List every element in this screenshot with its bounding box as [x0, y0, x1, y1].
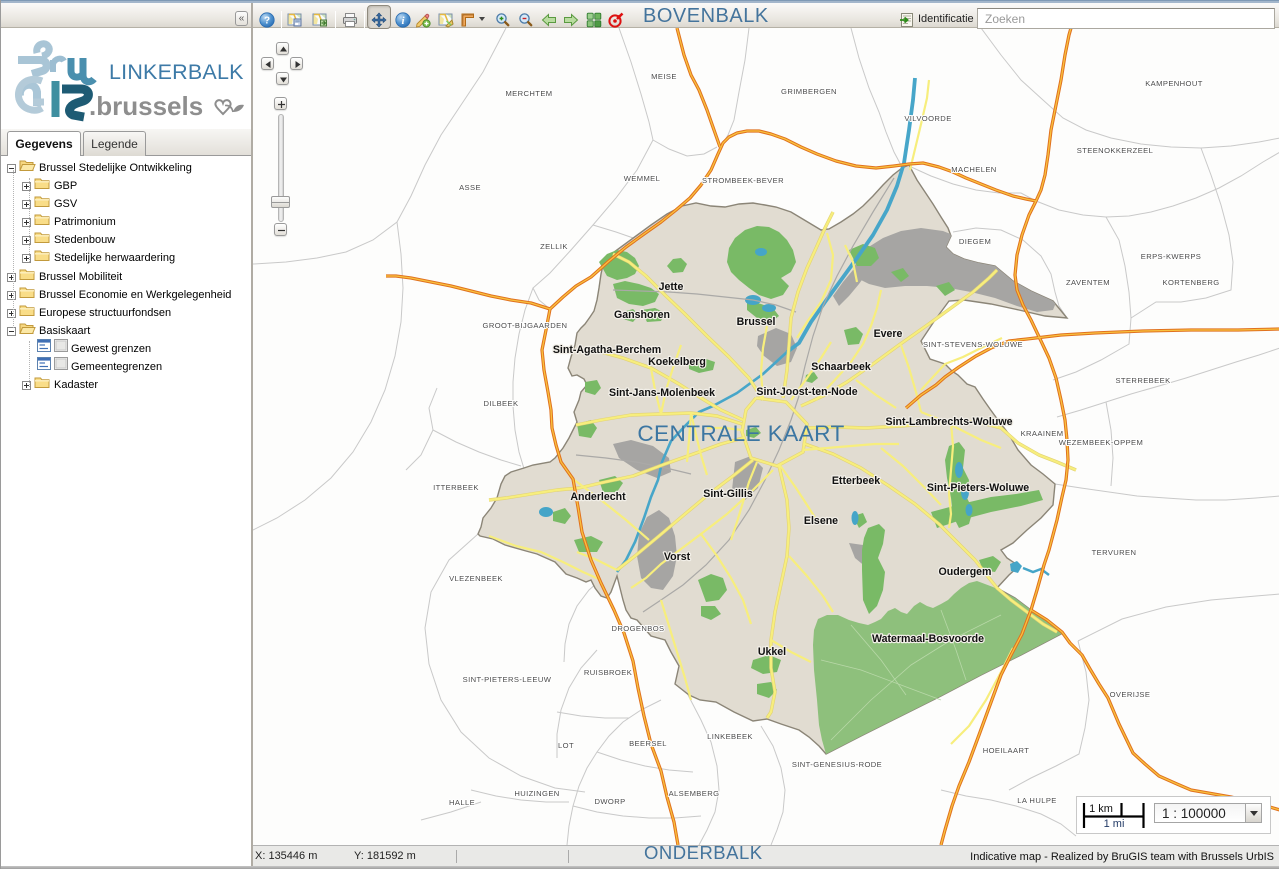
svg-text:WEMMEL: WEMMEL: [624, 174, 661, 183]
svg-text:TERVUREN: TERVUREN: [1092, 548, 1137, 557]
svg-text:OVERIJSE: OVERIJSE: [1110, 690, 1151, 699]
svg-text:Sint-Joost-ten-Node: Sint-Joost-ten-Node: [756, 386, 857, 398]
svg-text:Sint-Lambrechts-Woluwe: Sint-Lambrechts-Woluwe: [886, 416, 1013, 428]
svg-text:STERREBEEK: STERREBEEK: [1115, 376, 1170, 385]
svg-text:KAMPENHOUT: KAMPENHOUT: [1145, 79, 1203, 88]
svg-text:1 mi: 1 mi: [1104, 818, 1125, 830]
svg-text:MERCHTEM: MERCHTEM: [505, 89, 552, 98]
svg-text:KRAAINEM: KRAAINEM: [1021, 429, 1064, 438]
svg-text:Anderlecht: Anderlecht: [570, 491, 626, 503]
svg-text:STROMBEEK-BEVER: STROMBEEK-BEVER: [702, 176, 784, 185]
svg-text:HOEILAART: HOEILAART: [983, 746, 1030, 755]
svg-text:GRIMBERGEN: GRIMBERGEN: [781, 87, 837, 96]
svg-text:WEZEMBEEK-OPPEM: WEZEMBEEK-OPPEM: [1059, 438, 1143, 447]
svg-text:ZELLIK: ZELLIK: [540, 242, 568, 251]
svg-text:Sint-Pieters-Woluwe: Sint-Pieters-Woluwe: [927, 482, 1029, 494]
svg-text:HUIZINGEN: HUIZINGEN: [514, 789, 559, 798]
svg-text:SINT-GENESIUS-RODE: SINT-GENESIUS-RODE: [792, 760, 882, 769]
svg-text:Brussel: Brussel: [737, 316, 776, 328]
svg-text:Sint-Agatha-Berchem: Sint-Agatha-Berchem: [553, 344, 661, 356]
svg-text:Evere: Evere: [874, 328, 903, 340]
svg-text:MEISE: MEISE: [651, 72, 677, 81]
svg-text:Ukkel: Ukkel: [758, 646, 786, 658]
svg-text:Oudergem: Oudergem: [939, 566, 992, 578]
svg-text:VLEZENBEEK: VLEZENBEEK: [449, 574, 503, 583]
svg-text:CENTRALE KAART: CENTRALE KAART: [637, 421, 844, 446]
svg-text:DILBEEK: DILBEEK: [484, 399, 519, 408]
svg-text:LINKEBEEK: LINKEBEEK: [707, 732, 753, 741]
svg-text:Etterbeek: Etterbeek: [832, 475, 880, 487]
svg-text:ITTERBEEK: ITTERBEEK: [433, 483, 479, 492]
svg-text:Sint-Gillis: Sint-Gillis: [703, 488, 753, 500]
svg-text:LOT: LOT: [558, 741, 574, 750]
svg-text:SINT-STEVENS-WOLUWE: SINT-STEVENS-WOLUWE: [923, 340, 1023, 349]
svg-text:LA HULPE: LA HULPE: [1017, 796, 1057, 805]
svg-text:RUISBROEK: RUISBROEK: [584, 668, 632, 677]
svg-text:MACHELEN: MACHELEN: [951, 165, 996, 174]
svg-text:1 km: 1 km: [1089, 803, 1113, 815]
svg-text:Jette: Jette: [659, 281, 684, 293]
svg-text:ASSE: ASSE: [459, 183, 481, 192]
svg-text:Elsene: Elsene: [804, 515, 838, 527]
svg-text:Vorst: Vorst: [664, 551, 691, 563]
svg-text:Watermaal-Bosvoorde: Watermaal-Bosvoorde: [872, 633, 984, 645]
svg-text:ALSEMBERG: ALSEMBERG: [669, 789, 720, 798]
svg-text:GROOT-BIJGAARDEN: GROOT-BIJGAARDEN: [483, 321, 568, 330]
svg-text:Sint-Jans-Molenbeek: Sint-Jans-Molenbeek: [609, 387, 715, 399]
svg-text:VILVOORDE: VILVOORDE: [904, 114, 951, 123]
svg-text:SINT-PIETERS-LEEUW: SINT-PIETERS-LEEUW: [463, 675, 552, 684]
svg-text:ZAVENTEM: ZAVENTEM: [1066, 278, 1110, 287]
svg-text:ERPS-KWERPS: ERPS-KWERPS: [1141, 252, 1202, 261]
svg-text:DWORP: DWORP: [594, 797, 625, 806]
svg-text:DROGENBOS: DROGENBOS: [612, 624, 665, 633]
svg-text:STEENOKKERZEEL: STEENOKKERZEEL: [1077, 146, 1154, 155]
svg-text:HALLE: HALLE: [449, 798, 475, 807]
svg-text:BEERSEL: BEERSEL: [629, 739, 667, 748]
svg-text:Koekelberg: Koekelberg: [648, 356, 706, 368]
svg-text:?: ?: [264, 16, 270, 27]
svg-text:Schaarbeek: Schaarbeek: [811, 361, 871, 373]
svg-text:DIEGEM: DIEGEM: [959, 237, 991, 246]
svg-text:Ganshoren: Ganshoren: [614, 309, 670, 321]
svg-text:KORTENBERG: KORTENBERG: [1162, 278, 1219, 287]
